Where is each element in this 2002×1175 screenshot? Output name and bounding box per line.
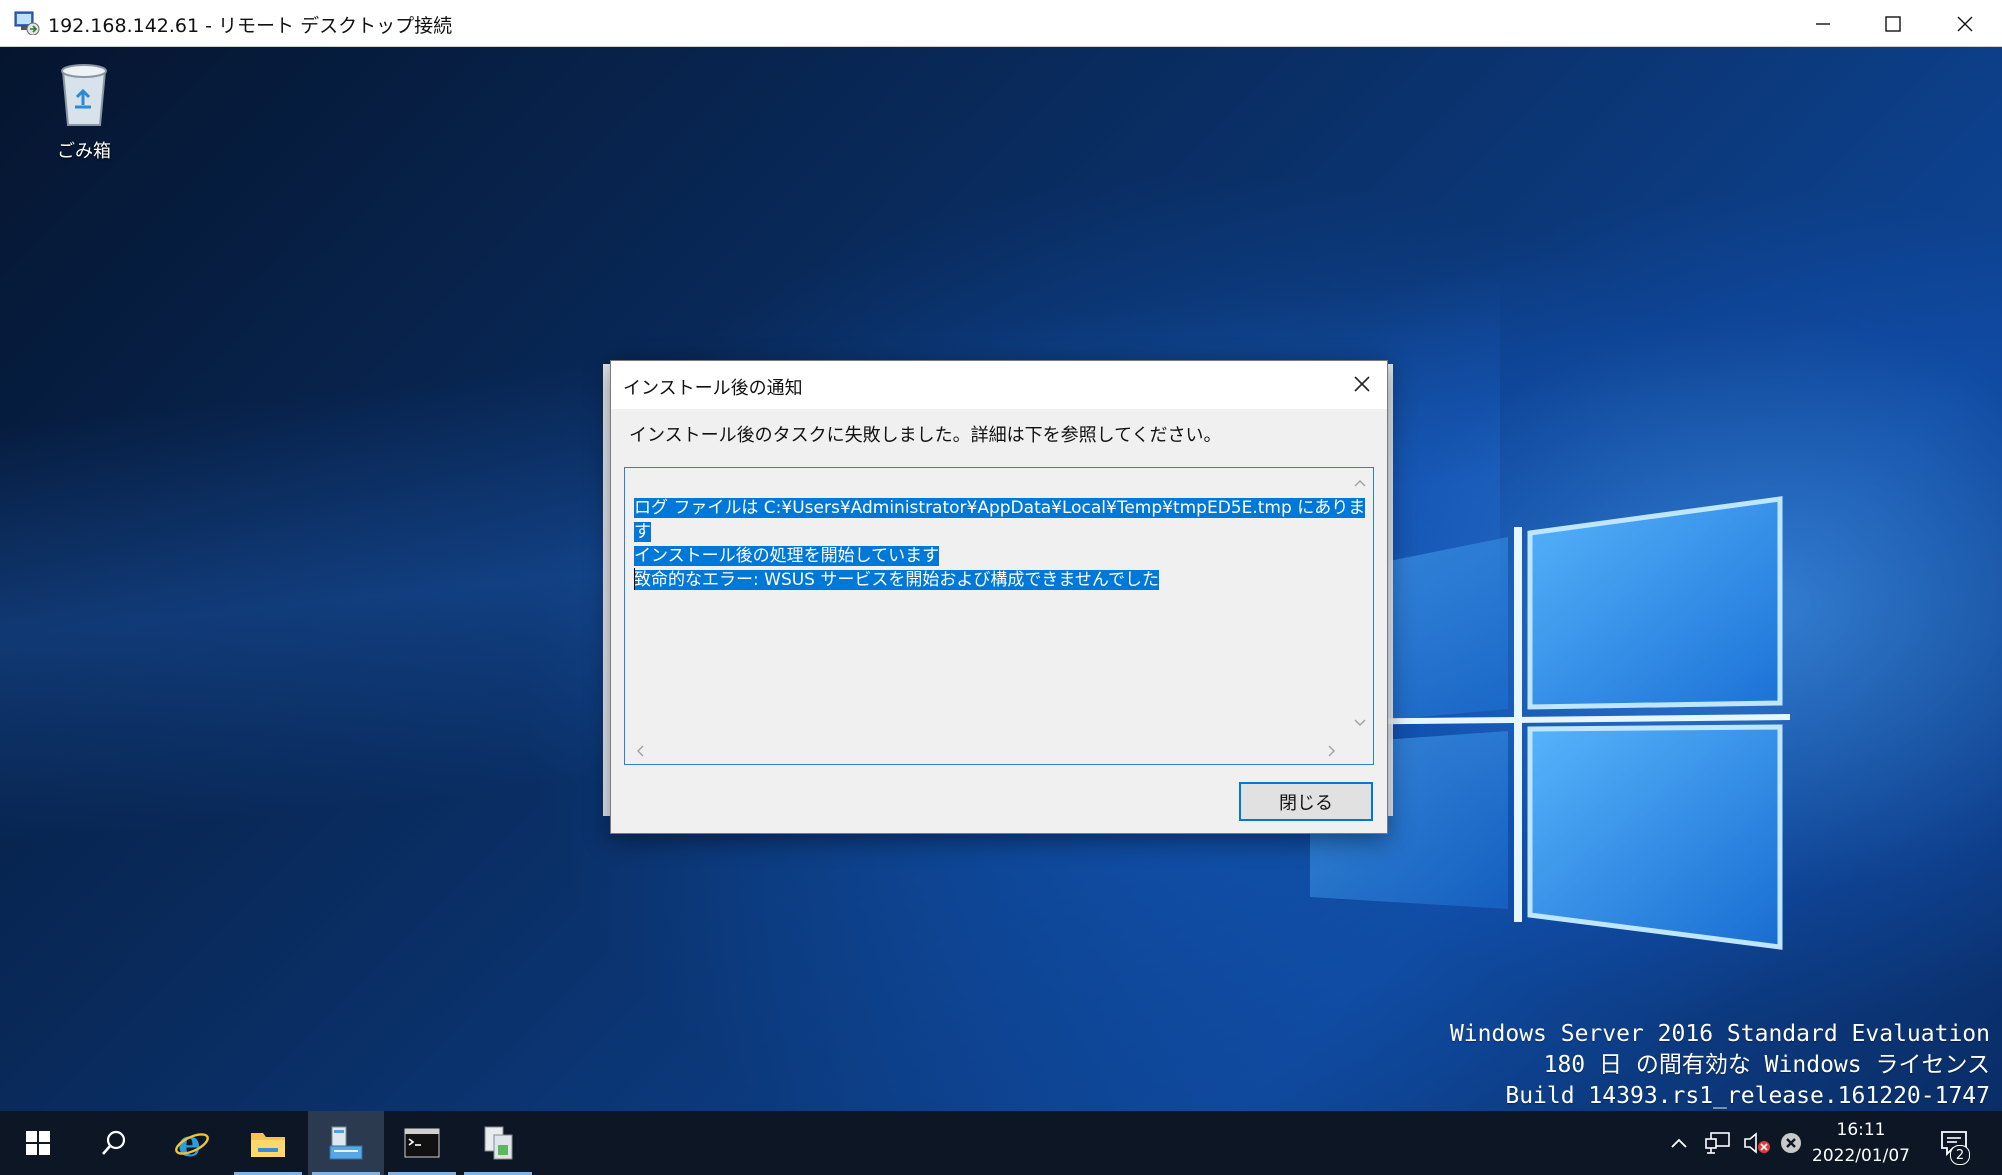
cmd-icon (404, 1128, 440, 1158)
show-hidden-icons-button[interactable] (1664, 1111, 1694, 1175)
log-line: ログ ファイルは C:¥Users¥Administrator¥AppData¥… (634, 498, 1366, 542)
log-line: インストール後の処理を開始しています (634, 546, 940, 566)
network-tray-button[interactable] (1700, 1111, 1736, 1175)
scroll-up-button[interactable] (1347, 470, 1373, 496)
dialog-close-action-button[interactable]: 閉じる (1239, 782, 1373, 821)
scroll-down-button[interactable] (1347, 710, 1373, 736)
search-icon (102, 1130, 126, 1155)
chevron-right-icon (1328, 745, 1335, 757)
server-manager-icon (329, 1126, 363, 1160)
watermark-license: 180 日 の間有効な Windows ライセンス (1543, 1052, 1990, 1078)
recycle-bin-icon (61, 64, 107, 126)
maximize-button[interactable] (1858, 0, 1928, 47)
horizontal-scrollbar[interactable] (625, 738, 1347, 764)
log-text[interactable]: ログ ファイルは C:¥Users¥Administrator¥AppData¥… (634, 496, 1373, 592)
dialog-title: インストール後の通知 (623, 378, 803, 399)
watermark-build: Build 14393.rs1_release.161220-1747 (1505, 1083, 1990, 1109)
clock-time: 16:11 (1836, 1120, 1886, 1140)
internet-explorer-icon: e (175, 1124, 209, 1162)
folder-icon (251, 1133, 285, 1157)
dialog-message: インストール後のタスクに失敗しました。詳細は下を参照してください。 (629, 425, 1222, 446)
log-textbox[interactable]: ログ ファイルは C:¥Users¥Administrator¥AppData¥… (624, 467, 1374, 765)
chevron-up-icon (1671, 1138, 1687, 1148)
volume-muted-icon (1744, 1132, 1770, 1154)
action-center-button[interactable] (1926, 1111, 1982, 1175)
volume-tray-button[interactable] (1740, 1111, 1774, 1175)
vertical-scrollbar[interactable] (1347, 468, 1373, 738)
scroll-right-button[interactable] (1319, 738, 1345, 764)
text-caret (634, 568, 635, 590)
windows-license-watermark: Windows Server 2016 Standard Evaluation … (1450, 1019, 1990, 1111)
minimize-button[interactable] (1788, 0, 1858, 47)
notification-count-badge: 2 (1950, 1145, 1970, 1165)
post-install-notification-dialog: インストール後の通知 インストール後のタスクに失敗しました。詳細は下を参照してく… (610, 360, 1388, 834)
windows-start-icon (26, 1131, 50, 1155)
error-tray-button[interactable] (1776, 1111, 1806, 1175)
window-close-button[interactable] (1930, 0, 2000, 47)
dialog-close-button[interactable] (1341, 363, 1383, 405)
recycle-bin[interactable]: ごみ箱 (44, 61, 124, 163)
log-line: 致命的なエラー: WSUS サービスを開始および構成できませんでした (634, 570, 1160, 590)
chevron-left-icon (637, 745, 644, 757)
dialog-title-bar: インストール後の通知 (611, 361, 1387, 409)
network-icon (1705, 1132, 1730, 1154)
app-icon (484, 1126, 513, 1160)
taskbar: e 16:11 2022/01/07 2 (0, 1111, 2002, 1175)
search-button[interactable] (76, 1111, 152, 1175)
close-icon (1354, 376, 1370, 392)
minimize-icon (1816, 22, 1830, 25)
watermark-edition: Windows Server 2016 Standard Evaluation (1449, 1021, 1990, 1047)
error-icon (1781, 1133, 1801, 1153)
taskbar-file-explorer[interactable] (230, 1111, 306, 1175)
scroll-left-button[interactable] (627, 738, 653, 764)
chevron-down-icon (1354, 719, 1366, 726)
window-title: 192.168.142.61 - リモート デスクトップ接続 (48, 15, 453, 37)
taskbar-internet-explorer[interactable]: e (154, 1111, 230, 1175)
remote-desktop-icon (14, 11, 40, 35)
recycle-bin-label: ごみ箱 (57, 141, 111, 162)
chevron-up-icon (1354, 480, 1366, 487)
rdp-title-bar: 192.168.142.61 - リモート デスクトップ接続 (0, 0, 2002, 47)
clock-date: 2022/01/07 (1812, 1146, 1910, 1166)
taskbar-other-app[interactable] (460, 1111, 536, 1175)
start-button[interactable] (0, 1111, 76, 1175)
taskbar-clock[interactable]: 16:11 2022/01/07 (1808, 1117, 1914, 1169)
close-icon (1957, 16, 1973, 31)
maximize-icon (1885, 15, 1901, 32)
taskbar-server-manager[interactable] (308, 1111, 384, 1175)
taskbar-command-prompt[interactable] (384, 1111, 460, 1175)
